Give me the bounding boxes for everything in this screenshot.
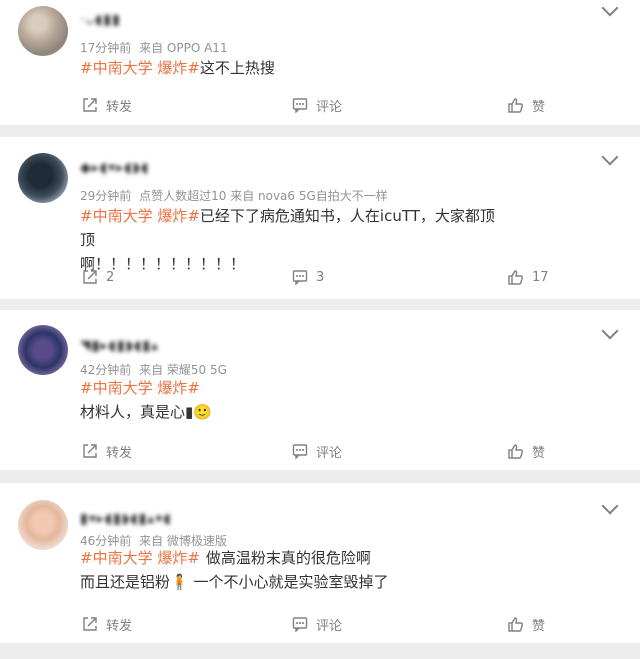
comment-label: 评论 <box>316 618 343 634</box>
comment-content: #中南大学 爆炸# 做高温粉末真的很危险啊 而且还是铝粉🧍 一个不小心就是实验室毁… <box>80 546 500 594</box>
comment-button[interactable]: 3 <box>292 265 324 289</box>
comment-icon <box>292 444 308 459</box>
share-button[interactable]: 转发 <box>82 439 132 463</box>
action-bar: 转发 评论 赞 <box>0 612 640 636</box>
thumbs-up-icon <box>508 617 523 632</box>
share-icon <box>83 444 97 458</box>
comment-label: 评论 <box>316 99 343 115</box>
share-button[interactable]: 2 <box>82 265 114 289</box>
chevron-down-icon[interactable] <box>601 0 619 17</box>
like-button[interactable]: 赞 <box>508 439 545 463</box>
comment-button[interactable]: 评论 <box>292 612 342 636</box>
share-button[interactable]: 转发 <box>82 93 132 117</box>
chevron-down-icon[interactable] <box>601 497 619 515</box>
comment-source: 点赞人数超过10 来自 nova6 5G自拍大不一样 <box>139 189 388 203</box>
comment-card: ◥▮▸◖▮◗◖▮▴ 42分钟前 来自 荣耀50 5G #中南大学 爆炸# 材料人… <box>0 310 640 470</box>
chevron-down-icon[interactable] <box>601 148 619 166</box>
comment-text: 而且还是铝粉🧍 一个不小心就是实验室毁掉了 <box>80 573 389 591</box>
comment-card: ◆▸◖▾▸◖◗◖ 29分钟前 点赞人数超过10 来自 nova6 5G自拍大不一… <box>0 137 640 299</box>
like-count: 17 <box>532 269 549 285</box>
comment-content: #中南大学 爆炸# 材料人，真是心▮🙂 <box>80 376 500 424</box>
comment-text: 材料人，真是心▮🙂 <box>80 403 212 421</box>
share-icon <box>83 617 97 631</box>
comment-time: 17分钟前 <box>80 41 132 55</box>
share-label: 转发 <box>106 618 133 634</box>
comment-card: ▮▾▸◖▮◗◖▮▴▾◖ 46分钟前 来自 微博极速版 #中南大学 爆炸# 做高温粉… <box>0 483 640 643</box>
comment-meta: 17分钟前 来自 OPPO A11 <box>80 39 228 56</box>
chevron-down-icon[interactable] <box>601 322 619 340</box>
share-icon <box>83 98 97 112</box>
hashtag-link[interactable]: #中南大学 爆炸# <box>80 549 200 567</box>
username[interactable]: ◥▮▸◖▮◗◖▮▴ <box>80 338 159 354</box>
comment-count: 3 <box>316 269 325 285</box>
thumbs-up-icon <box>508 444 523 459</box>
comment-meta: 29分钟前 点赞人数超过10 来自 nova6 5G自拍大不一样 <box>80 187 388 204</box>
share-label: 转发 <box>106 445 133 461</box>
comment-time: 29分钟前 <box>80 189 132 203</box>
thumbs-up-icon <box>508 98 523 113</box>
action-bar: 转发 评论 赞 <box>0 93 640 117</box>
comment-icon <box>292 98 308 113</box>
comment-text: 做高温粉末真的很危险啊 <box>205 549 371 567</box>
like-label: 赞 <box>532 618 546 634</box>
like-label: 赞 <box>532 99 546 115</box>
comment-card: ·ᴗ◖▮▮ 17分钟前 来自 OPPO A11 #中南大学 爆炸#这不上热搜 转… <box>0 0 640 125</box>
avatar[interactable] <box>18 325 68 375</box>
action-bar: 2 3 17 <box>0 265 640 289</box>
avatar[interactable] <box>18 6 68 56</box>
thumbs-up-icon <box>508 270 523 285</box>
comment-text: 这不上热搜 <box>199 59 275 77</box>
share-button[interactable]: 转发 <box>82 612 132 636</box>
hashtag-link[interactable]: #中南大学 爆炸# <box>80 207 200 225</box>
comment-source: 来自 OPPO A11 <box>139 41 228 55</box>
comment-button[interactable]: 评论 <box>292 439 342 463</box>
comment-content: #中南大学 爆炸#这不上热搜 <box>80 56 500 80</box>
like-button[interactable]: 17 <box>508 265 549 289</box>
action-bar: 转发 评论 赞 <box>0 439 640 463</box>
share-count: 2 <box>106 269 115 285</box>
avatar[interactable] <box>18 153 68 203</box>
comment-icon <box>292 617 308 632</box>
share-icon <box>83 270 97 284</box>
like-button[interactable]: 赞 <box>508 93 545 117</box>
username[interactable]: ▮▾▸◖▮◗◖▮▴▾◖ <box>80 511 172 527</box>
comment-button[interactable]: 评论 <box>292 93 342 117</box>
comment-time: 42分钟前 <box>80 363 132 377</box>
comment-label: 评论 <box>316 445 343 461</box>
comment-icon <box>292 270 308 285</box>
username[interactable]: ·ᴗ◖▮▮ <box>80 12 121 28</box>
like-label: 赞 <box>532 445 546 461</box>
hashtag-link[interactable]: #中南大学 爆炸# <box>80 379 200 397</box>
like-button[interactable]: 赞 <box>508 612 545 636</box>
share-label: 转发 <box>106 99 133 115</box>
avatar[interactable] <box>18 500 68 550</box>
username[interactable]: ◆▸◖▾▸◖◗◖ <box>80 160 149 176</box>
comment-source: 来自 荣耀50 5G <box>139 363 227 377</box>
comment-feed: ·ᴗ◖▮▮ 17分钟前 来自 OPPO A11 #中南大学 爆炸#这不上热搜 转… <box>0 0 640 659</box>
hashtag-link[interactable]: #中南大学 爆炸# <box>80 59 200 77</box>
